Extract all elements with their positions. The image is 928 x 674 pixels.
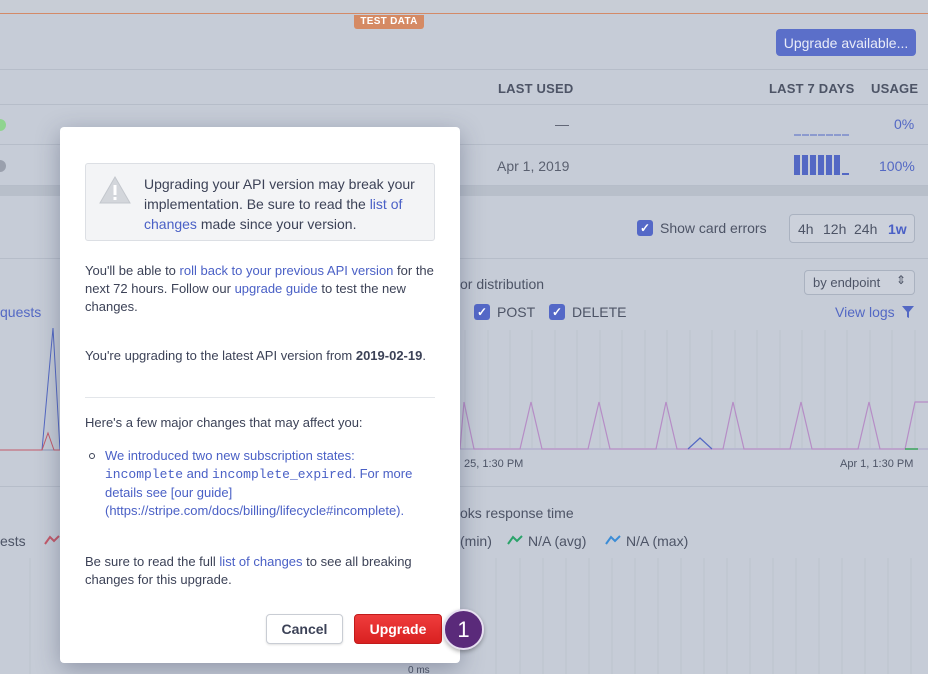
full-list-of-changes-link[interactable]: list of changes: [219, 554, 302, 569]
requests-legend: ests: [0, 533, 26, 549]
filter-icon: [902, 306, 914, 318]
code-incomplete-expired: incomplete_expired: [211, 467, 353, 482]
change-text-part: We introduced two new subscription state…: [105, 448, 355, 463]
top-bar: [0, 0, 928, 14]
delete-checkbox[interactable]: ✓: [549, 304, 565, 320]
column-last-7-days: LAST 7 DAYS: [769, 81, 855, 96]
warning-text-part: made since your version.: [196, 216, 357, 232]
time-range-selector[interactable]: 4h 12h 24h 1w: [789, 214, 915, 243]
webhooks-title: oks response time: [460, 505, 574, 521]
x-axis-label-left: 25, 1:30 PM: [464, 458, 524, 470]
rollback-text: You'll be able to roll back to your prev…: [85, 262, 440, 316]
chevron-updown-icon: ⇕: [895, 273, 906, 287]
table-header: LAST USED LAST 7 DAYS USAGE: [0, 71, 928, 105]
status-dot: [0, 160, 6, 172]
warning-icon: [99, 176, 131, 204]
upgrade-button[interactable]: Upgrade: [354, 614, 442, 644]
footer-note-part: Be sure to read the full: [85, 554, 220, 569]
legend-avg-icon: [507, 535, 523, 545]
change-item[interactable]: We introduced two new subscription state…: [105, 447, 435, 520]
step-marker: 1: [443, 609, 484, 650]
upgrading-text-part: .: [422, 348, 426, 363]
legend-line-icon: [44, 535, 60, 545]
upgrading-text: You're upgrading to the latest API versi…: [85, 347, 440, 365]
by-endpoint-select[interactable]: by endpoint ⇕: [804, 270, 915, 295]
upgrade-api-modal: Upgrading your API version may break you…: [60, 127, 460, 663]
distribution-title: or distribution: [460, 276, 545, 292]
status-dot: [0, 119, 6, 131]
legend-min: (min): [460, 533, 492, 549]
usage-sparkline: [794, 134, 850, 136]
warning-box: Upgrading your API version may break you…: [85, 163, 435, 241]
cancel-button[interactable]: Cancel: [266, 614, 343, 644]
last-used-value: Apr 1, 2019: [497, 158, 570, 174]
footer-note: Be sure to read the full list of changes…: [85, 553, 440, 589]
upgrading-text-part: You're upgrading to the latest API versi…: [85, 348, 356, 363]
x-axis-label-right: Apr 1, 1:30 PM: [840, 458, 914, 470]
major-changes-heading: Here's a few major changes that may affe…: [85, 415, 363, 430]
range-1w[interactable]: 1w: [888, 221, 907, 237]
rollback-text-part: You'll be able to: [85, 263, 180, 278]
roll-back-link[interactable]: roll back to your previous API version: [180, 263, 394, 278]
usage-value[interactable]: 0%: [894, 116, 914, 132]
requests-link[interactable]: quests: [0, 304, 41, 320]
legend-max: N/A (max): [626, 533, 689, 549]
post-label: POST: [497, 304, 536, 320]
requests-chart-fragment: [0, 327, 60, 451]
upgrade-available-button[interactable]: Upgrade available...: [776, 29, 916, 56]
by-endpoint-label: by endpoint: [813, 275, 881, 290]
view-logs-link[interactable]: View logs: [835, 304, 895, 320]
last-used-value: —: [555, 116, 569, 132]
code-incomplete: incomplete: [105, 467, 184, 482]
usage-sparkline: [794, 155, 849, 175]
from-version: 2019-02-19: [355, 348, 423, 363]
usage-value[interactable]: 100%: [879, 158, 915, 174]
column-usage: USAGE: [871, 81, 919, 96]
zero-ms-label: 0 ms: [408, 665, 430, 674]
bullet-icon: [89, 453, 95, 459]
delete-label: DELETE: [572, 304, 627, 320]
change-text-part: and: [183, 466, 212, 481]
range-4h[interactable]: 4h: [798, 221, 814, 237]
divider: [85, 397, 435, 398]
legend-avg: N/A (avg): [528, 533, 587, 549]
range-12h[interactable]: 12h: [823, 221, 846, 237]
test-data-badge: TEST DATA: [354, 15, 424, 29]
warning-text: Upgrading your API version may break you…: [144, 174, 424, 234]
distribution-chart-fragment: [460, 330, 928, 450]
column-last-used: LAST USED: [498, 81, 574, 96]
upgrade-guide-link[interactable]: upgrade guide: [235, 281, 318, 296]
show-card-errors-label: Show card errors: [660, 220, 767, 236]
show-card-errors-checkbox[interactable]: ✓: [637, 220, 653, 236]
post-checkbox[interactable]: ✓: [474, 304, 490, 320]
range-24h[interactable]: 24h: [854, 221, 877, 237]
legend-max-icon: [605, 535, 621, 545]
